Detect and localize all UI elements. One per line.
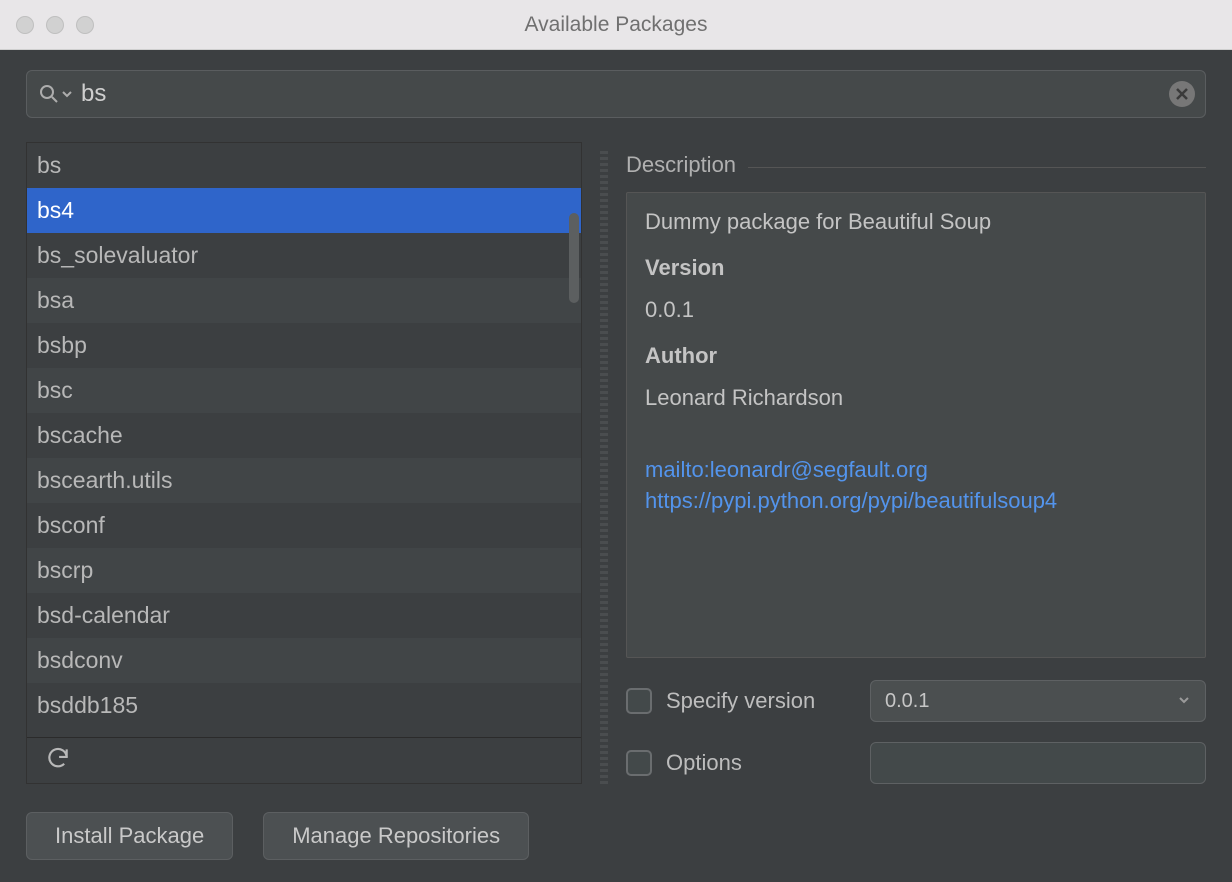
package-summary: Dummy package for Beautiful Soup xyxy=(645,209,1187,235)
window-titlebar: Available Packages xyxy=(0,0,1232,50)
author-value: Leonard Richardson xyxy=(645,385,1187,411)
mailto-link[interactable]: mailto:leonardr@segfault.org xyxy=(645,455,1187,486)
package-list-item[interactable]: bscearth.utils xyxy=(27,458,581,503)
window-title: Available Packages xyxy=(0,13,1232,37)
search-input[interactable] xyxy=(73,80,1169,108)
splitter-handle[interactable] xyxy=(600,148,608,784)
package-list-item[interactable]: bsc xyxy=(27,368,581,413)
specify-version-row: Specify version 0.0.1 xyxy=(626,680,1206,722)
version-value: 0.0.1 xyxy=(645,297,1187,323)
version-select[interactable]: 0.0.1 xyxy=(870,680,1206,722)
options-row: Options xyxy=(626,742,1206,784)
traffic-lights xyxy=(0,16,94,34)
description-heading: Description xyxy=(626,152,736,178)
package-list-item[interactable]: bsddb185 xyxy=(27,683,581,728)
search-field-wrap xyxy=(26,70,1206,118)
package-list-item[interactable]: bsa xyxy=(27,278,581,323)
package-list-item[interactable]: bs xyxy=(27,143,581,188)
heading-divider xyxy=(748,167,1206,168)
clear-search-icon[interactable] xyxy=(1169,81,1195,107)
version-select-value: 0.0.1 xyxy=(885,690,929,713)
specify-version-checkbox[interactable] xyxy=(626,688,652,714)
package-list-item[interactable]: bs4 xyxy=(27,188,581,233)
version-label: Version xyxy=(645,255,1187,281)
refresh-icon[interactable] xyxy=(45,745,71,777)
description-box: Dummy package for Beautiful Soup Version… xyxy=(626,192,1206,658)
package-list-item[interactable]: bscache xyxy=(27,413,581,458)
window-body: bsbs4bs_solevaluatorbsabsbpbscbscachebsc… xyxy=(0,50,1232,882)
minimize-window-icon[interactable] xyxy=(46,16,64,34)
homepage-link[interactable]: https://pypi.python.org/pypi/beautifulso… xyxy=(645,486,1187,517)
chevron-down-icon xyxy=(1177,690,1191,713)
options-label: Options xyxy=(666,750,856,776)
package-list-item[interactable]: bsconf xyxy=(27,503,581,548)
close-window-icon[interactable] xyxy=(16,16,34,34)
search-icon xyxy=(37,82,73,106)
package-list-item[interactable]: bsd-calendar xyxy=(27,593,581,638)
package-list-panel: bsbs4bs_solevaluatorbsabsbpbscbscachebsc… xyxy=(26,142,582,784)
package-list: bsbs4bs_solevaluatorbsabsbpbscbscachebsc… xyxy=(27,143,581,728)
list-scrollbar[interactable] xyxy=(569,213,579,303)
options-checkbox[interactable] xyxy=(626,750,652,776)
package-list-item[interactable]: bsdconv xyxy=(27,638,581,683)
package-list-item[interactable]: bscrp xyxy=(27,548,581,593)
package-list-item[interactable]: bs_solevaluator xyxy=(27,233,581,278)
options-input[interactable] xyxy=(870,742,1206,784)
author-label: Author xyxy=(645,343,1187,369)
description-heading-row: Description xyxy=(626,152,1206,178)
maximize-window-icon[interactable] xyxy=(76,16,94,34)
specify-version-label: Specify version xyxy=(666,688,856,714)
manage-repositories-button[interactable]: Manage Repositories xyxy=(263,812,529,860)
package-list-item[interactable]: bsbp xyxy=(27,323,581,368)
refresh-toolbar xyxy=(27,737,581,783)
description-panel: Description Dummy package for Beautiful … xyxy=(626,142,1206,784)
install-package-button[interactable]: Install Package xyxy=(26,812,233,860)
chevron-down-icon xyxy=(61,88,73,100)
